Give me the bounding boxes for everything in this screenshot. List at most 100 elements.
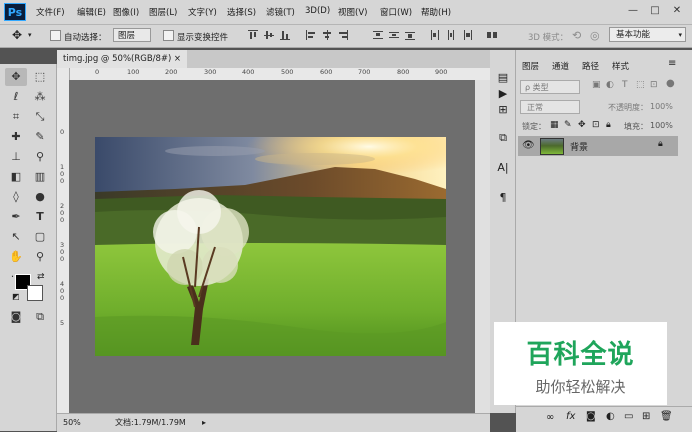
align-right-icon[interactable] [338,30,348,40]
layer-row[interactable]: 👁︎ 背景 🔒︎ [518,136,678,156]
menu-window[interactable]: 窗口(W) [380,6,412,18]
visibility-eye-icon[interactable]: 👁︎ [522,140,535,151]
menu-3d[interactable]: 3D(D) [305,6,330,16]
delete-layer-icon[interactable]: 🗑︎ [660,411,673,422]
lasso-tool-icon[interactable]: ℓ [5,88,27,106]
distribute-left-icon[interactable] [430,30,440,40]
lock-position-icon[interactable]: ✥ [578,120,586,130]
default-colors-icon[interactable]: ◩ [12,292,20,301]
character-panel-icon[interactable]: A| [494,160,512,176]
background-color-swatch[interactable] [27,285,43,301]
move-tool-icon[interactable]: ✥ [5,68,27,86]
close-button[interactable]: ✕ [668,3,686,19]
auto-align-icon[interactable] [487,30,497,40]
3d-roll-icon[interactable]: ◎ [590,29,600,42]
dodge-tool-icon[interactable]: ● [29,188,51,206]
document-image[interactable] [95,137,446,356]
layer-name[interactable]: 背景 [570,140,588,153]
menu-help[interactable]: 帮助(H) [421,6,451,18]
align-hcenter-icon[interactable] [322,30,332,40]
filter-pixel-icon[interactable]: ▣ [592,80,601,90]
align-bottom-icon[interactable] [280,30,290,40]
lock-all-icon[interactable]: 🔒︎ [606,120,611,130]
vertical-scrollbar[interactable] [475,80,490,413]
adjustment-layer-icon[interactable]: ◐ [606,411,615,422]
paragraph-panel-icon[interactable]: ¶ [494,190,512,206]
move-tool-icon[interactable]: ✥ [12,28,22,42]
zoom-level[interactable]: 50% [63,414,81,431]
marquee-tool-icon[interactable]: ⬚ [29,68,51,86]
lock-paint-icon[interactable]: ✎ [564,120,572,130]
document-info[interactable]: 文档:1.79M/1.79M [115,414,186,431]
show-transform-checkbox[interactable] [163,30,174,41]
path-select-icon[interactable]: ↖ [5,228,27,246]
distribute-bottom-icon[interactable] [405,30,415,40]
quick-mask-icon[interactable]: ◙ [5,308,27,326]
menu-view[interactable]: 视图(V) [338,6,367,18]
distribute-vcenter-icon[interactable] [389,30,399,40]
fill-value[interactable]: 100% [650,121,673,130]
properties-panel-icon[interactable]: ⊞ [494,102,512,118]
zoom-tool-icon[interactable]: ⚲ [29,248,51,266]
document-tab[interactable]: timg.jpg @ 50%(RGB/8#) × [57,50,187,68]
tab-channels[interactable]: 通道 [552,60,569,72]
history-panel-icon[interactable]: ▤ [494,70,512,86]
rectangle-tool-icon[interactable]: ▢ [29,228,51,246]
tab-layers[interactable]: 图层 [522,60,539,72]
filter-smart-icon[interactable]: ⊡ [650,80,658,90]
chevron-down-icon[interactable]: ▾ [28,31,32,39]
3d-rotate-icon[interactable]: ⟲ [572,29,581,42]
auto-select-dropdown[interactable]: 图层 [113,28,151,42]
menu-filter[interactable]: 滤镜(T) [266,6,295,18]
magic-wand-icon[interactable]: ⁂ [29,88,51,106]
hand-tool-icon[interactable]: ✋ [5,248,27,266]
menu-image[interactable]: 图像(I) [113,6,139,18]
align-top-icon[interactable] [248,30,258,40]
pen-tool-icon[interactable]: ✒ [5,208,27,226]
gradient-tool-icon[interactable]: ▥ [29,168,51,186]
crop-tool-icon[interactable]: ⌗ [5,108,27,126]
menu-file[interactable]: 文件(F) [36,6,65,18]
layer-mask-icon[interactable]: ◙ [586,411,596,422]
history-brush-icon[interactable]: ⚲ [29,148,51,166]
menu-select[interactable]: 选择(S) [227,6,256,18]
filter-shape-icon[interactable]: ⬚ [636,80,645,90]
menu-type[interactable]: 文字(Y) [188,6,217,18]
fx-icon[interactable]: fx [566,411,575,422]
blend-mode-dropdown[interactable]: 正常 [520,100,580,114]
chevron-right-icon[interactable]: ▸ [202,414,206,431]
filter-toggle-icon[interactable]: ● [666,78,675,89]
distribute-top-icon[interactable] [373,30,383,40]
align-vcenter-icon[interactable] [264,30,274,40]
distribute-hcenter-icon[interactable] [446,30,456,40]
tab-close-icon[interactable]: × [174,50,181,68]
clone-source-icon[interactable]: ⧉ [494,130,512,146]
workspace-dropdown[interactable]: 基本功能 ▾ [609,27,686,42]
healing-brush-icon[interactable]: ✚ [5,128,27,146]
eyedropper-icon[interactable]: ⤡ [29,108,51,126]
layer-filter-dropdown[interactable]: ρ 类型 [520,80,580,94]
lock-pixels-icon[interactable]: ▦ [550,120,559,130]
panel-menu-icon[interactable]: ≡ [668,58,676,69]
restore-button[interactable]: □ [646,3,664,19]
actions-panel-icon[interactable]: ▶ [494,86,512,102]
menu-layer[interactable]: 图层(L) [149,6,177,18]
brush-tool-icon[interactable]: ✎ [29,128,51,146]
minimize-button[interactable]: — [624,3,642,19]
blur-tool-icon[interactable]: ◊ [5,188,27,206]
type-tool-icon[interactable]: T [29,208,51,226]
link-layers-icon[interactable]: ∞ [546,412,554,423]
filter-type-icon[interactable]: T [622,80,628,90]
distribute-right-icon[interactable] [462,30,472,40]
opacity-value[interactable]: 100% [650,102,673,111]
swap-colors-icon[interactable]: ⇄ [37,272,45,282]
align-left-icon[interactable] [306,30,316,40]
screen-mode-icon[interactable]: ⧉ [29,308,51,326]
eraser-tool-icon[interactable]: ◧ [5,168,27,186]
clone-stamp-icon[interactable]: ⊥ [5,148,27,166]
tab-paths[interactable]: 路径 [582,60,599,72]
lock-artboard-icon[interactable]: ⊡ [592,120,600,130]
new-layer-icon[interactable]: ⊞ [642,411,650,422]
filter-adjustment-icon[interactable]: ◐ [606,80,614,90]
auto-select-checkbox[interactable] [50,30,61,41]
